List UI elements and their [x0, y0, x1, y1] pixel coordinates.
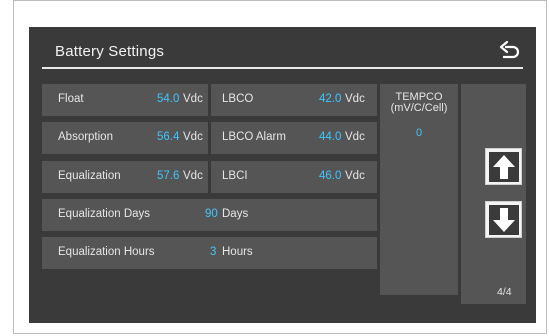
lbco-alarm-label: LBCO Alarm — [222, 131, 286, 143]
lcd-screen: Battery Settings Float 54.0 Vdc Absorpti… — [29, 27, 536, 323]
absorption-setting[interactable]: Absorption 56.4 Vdc — [42, 122, 208, 154]
equalization-days-value: 90 — [205, 208, 218, 220]
equalization-hours-value: 3 — [210, 246, 217, 258]
tempco-label-line2: (mV/C/Cell) — [390, 102, 448, 114]
equalization-days-label: Equalization Days — [58, 208, 151, 220]
tempco-value: 0 — [415, 127, 423, 139]
lbci-value: 46.0 — [319, 170, 342, 182]
equalization-hours-setting[interactable]: Equalization Hours 3 Hours — [42, 237, 377, 269]
absorption-label: Absorption — [58, 131, 113, 143]
equalization-value: 57.6 — [157, 170, 180, 182]
equalization-setting[interactable]: Equalization 57.6 Vdc — [42, 161, 208, 193]
equalization-days-unit: Days — [222, 208, 249, 220]
page-indicator: 4/4 — [497, 286, 512, 298]
lbco-label: LBCO — [222, 93, 254, 105]
return-arrow-icon — [499, 40, 520, 59]
equalization-hours-label: Equalization Hours — [58, 246, 155, 258]
lbco-unit: Vdc — [345, 93, 365, 105]
absorption-value: 56.4 — [157, 131, 180, 143]
lbco-alarm-value: 44.0 — [319, 131, 342, 143]
equalization-label: Equalization — [58, 170, 121, 182]
float-setting[interactable]: Float 54.0 Vdc — [42, 84, 208, 116]
arrow-up-icon — [489, 152, 519, 182]
equalization-unit: Vdc — [183, 170, 203, 182]
equalization-days-setting[interactable]: Equalization Days 90 Days — [42, 199, 377, 231]
page-down-button[interactable] — [485, 201, 522, 238]
absorption-unit: Vdc — [183, 131, 203, 143]
float-label: Float — [58, 93, 84, 105]
arrow-down-icon — [489, 205, 519, 235]
page-navigation-panel: 4/4 — [461, 84, 526, 304]
float-value: 54.0 — [157, 93, 180, 105]
lbco-alarm-setting[interactable]: LBCO Alarm 44.0 Vdc — [211, 122, 377, 154]
back-button[interactable] — [498, 40, 522, 60]
lbci-setting[interactable]: LBCI 46.0 Vdc — [211, 161, 377, 193]
tempco-setting[interactable]: TEMPCO (mV/C/Cell) 0 — [380, 84, 458, 295]
lbci-unit: Vdc — [345, 170, 365, 182]
equalization-hours-unit: Hours — [222, 246, 253, 258]
lbci-label: LBCI — [222, 170, 248, 182]
tempco-label: TEMPCO (mV/C/Cell) — [380, 92, 458, 114]
lbco-value: 42.0 — [319, 93, 342, 105]
float-unit: Vdc — [183, 93, 203, 105]
lbco-setting[interactable]: LBCO 42.0 Vdc — [211, 84, 377, 116]
page-title: Battery Settings — [55, 43, 165, 60]
header-divider — [42, 67, 523, 69]
page-up-button[interactable] — [485, 148, 522, 185]
lbco-alarm-unit: Vdc — [345, 131, 365, 143]
